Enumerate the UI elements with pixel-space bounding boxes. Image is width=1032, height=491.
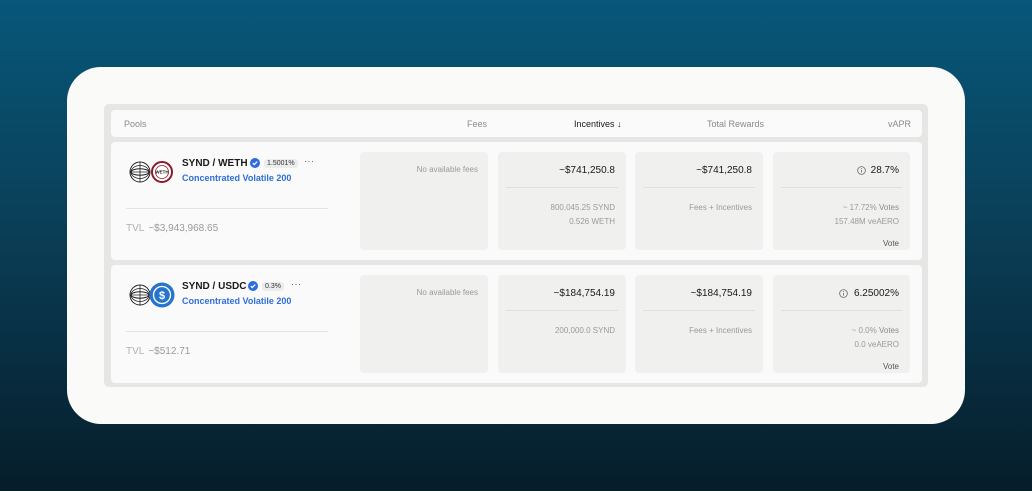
more-options-icon[interactable]: ···	[304, 156, 315, 166]
divider	[781, 310, 902, 311]
total-rewards-value: ~$741,250.8	[696, 165, 752, 176]
tvl-value: ~$3,943,968.65	[148, 223, 219, 234]
divider	[506, 187, 618, 188]
vote-button[interactable]: Vote	[883, 362, 899, 371]
table-header: Pools Fees Incentives ↓ Total Rewards vA…	[111, 110, 922, 137]
token-pair-icons: WETH	[129, 158, 177, 186]
weth-icon: WETH	[151, 161, 173, 183]
total-rewards-cell: ~$184,754.19 Fees + Incentives	[635, 275, 763, 373]
votes-percent: ~ 17.72% Votes	[843, 203, 899, 212]
votes-percent: ~ 0.0% Votes	[852, 326, 899, 335]
tvl: TVL ~$512.71	[126, 346, 190, 357]
pool-pair-name[interactable]: SYND / USDC	[182, 281, 246, 292]
votes-label: Votes	[878, 326, 899, 335]
svg-text:WETH: WETH	[155, 170, 168, 175]
divider	[126, 331, 328, 332]
incentives-total: ~$184,754.19	[553, 288, 615, 299]
tvl: TVL ~$3,943,968.65	[126, 223, 218, 234]
header-fees-sort[interactable]: Fees	[467, 119, 487, 129]
header-total-rewards-sort[interactable]: Total Rewards	[707, 119, 764, 129]
divider	[506, 310, 618, 311]
divider	[781, 187, 902, 188]
tvl-label: TVL	[126, 223, 145, 234]
header-incentives-sort[interactable]: Incentives ↓	[574, 119, 622, 129]
fee-badge: 1.5001%	[264, 159, 298, 168]
header-pools: Pools	[124, 119, 147, 129]
table-row: $ SYND / USDC 0.3% ··· Concentrated Vola…	[111, 265, 922, 383]
incentives-cell: ~$741,250.8 800,045.25 SYND 0.526 WETH	[498, 152, 626, 250]
fees-cell: No available fees	[360, 275, 488, 373]
vapr-cell: 28.7% ~ 17.72% Votes 157.48M veAERO Vote	[773, 152, 910, 250]
vapr-cell: 6.25002% ~ 0.0% Votes 0.0 veAERO Vote	[773, 275, 910, 373]
svg-text:$: $	[159, 290, 165, 302]
total-rewards-value: ~$184,754.19	[690, 288, 752, 299]
usdc-icon: $	[149, 282, 175, 308]
verified-icon	[250, 158, 260, 168]
vapr-value: 6.25002%	[853, 288, 899, 299]
vapr-value: 28.7%	[870, 165, 899, 176]
vote-button[interactable]: Vote	[883, 239, 899, 248]
synd-icon	[129, 284, 151, 306]
header-vapr-sort[interactable]: vAPR	[888, 119, 911, 129]
votes-label: Votes	[878, 203, 899, 212]
total-rewards-note: Fees + Incentives	[689, 203, 752, 212]
incentive-amount: 0.526 WETH	[569, 217, 615, 226]
info-icon[interactable]	[839, 289, 848, 298]
divider	[643, 310, 755, 311]
pool-type-link[interactable]: Concentrated Volatile 200	[182, 173, 291, 183]
table-row: WETH SYND / WETH 1.5001% ··· Concentrate…	[111, 142, 922, 260]
pool-pair-name[interactable]: SYND / WETH	[182, 158, 248, 169]
fees-value: No available fees	[416, 165, 478, 174]
incentives-cell: ~$184,754.19 200,000.0 SYND	[498, 275, 626, 373]
synd-icon	[129, 161, 151, 183]
pool-type-link[interactable]: Concentrated Volatile 200	[182, 296, 291, 306]
divider	[126, 208, 328, 209]
info-icon[interactable]	[857, 166, 866, 175]
tvl-value: ~$512.71	[148, 346, 191, 357]
total-rewards-cell: ~$741,250.8 Fees + Incentives	[635, 152, 763, 250]
more-options-icon[interactable]: ···	[291, 279, 302, 289]
incentives-total: ~$741,250.8	[559, 165, 615, 176]
fee-badge: 0.3%	[262, 282, 284, 291]
incentive-amount: 200,000.0 SYND	[554, 326, 615, 335]
tvl-label: TVL	[126, 346, 145, 357]
verified-icon	[248, 281, 258, 291]
incentive-amount: 800,045.25 SYND	[550, 203, 616, 212]
divider	[643, 187, 755, 188]
fees-cell: No available fees	[360, 152, 488, 250]
votes-amount: 157.48M veAERO	[834, 217, 899, 226]
votes-percent-value: ~ 0.0%	[851, 326, 877, 335]
token-pair-icons: $	[129, 281, 177, 309]
votes-percent-value: ~ 17.72%	[842, 203, 877, 212]
votes-amount: 0.0 veAERO	[854, 340, 899, 349]
total-rewards-note: Fees + Incentives	[689, 326, 752, 335]
fees-value: No available fees	[416, 288, 478, 297]
